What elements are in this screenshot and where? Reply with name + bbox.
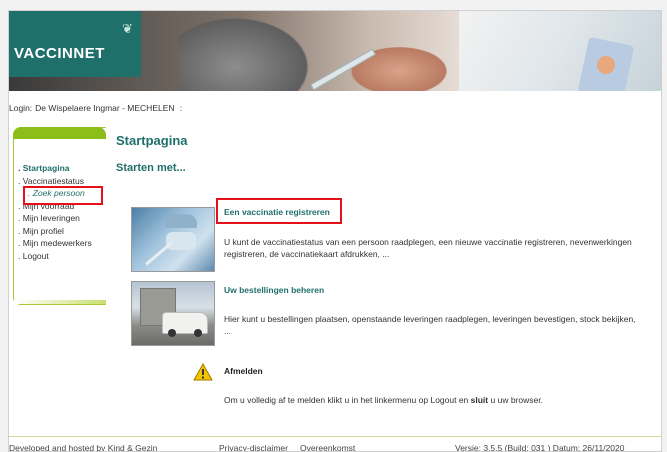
vaccination-photo xyxy=(131,207,215,272)
sidebar-footer-bar xyxy=(14,300,106,304)
footer-privacy-link[interactable]: Privacy-disclaimer xyxy=(219,443,288,451)
login-user: De Wispelaere Ingmar - MECHELEN xyxy=(35,103,175,113)
leaf-icon: ❦ xyxy=(122,21,133,36)
login-suffix: : xyxy=(179,103,183,113)
link-afmelden[interactable]: Afmelden xyxy=(224,366,263,376)
photo-wheel-front xyxy=(168,329,176,337)
footer-divider xyxy=(9,436,661,437)
sidebar-item-mijn-medewerkers[interactable]: . Mijn medewerkers xyxy=(18,237,92,250)
section-description-afmelden: Om u volledig af te melden klikt u in he… xyxy=(224,394,644,406)
sidebar: . Startpagina . Vaccinatiestatus . Zoek … xyxy=(13,127,106,305)
highlight-zoek-persoon xyxy=(23,186,103,205)
delivery-photo xyxy=(131,281,215,346)
photo-wheel-rear xyxy=(194,329,202,337)
sidebar-item-mijn-profiel[interactable]: . Mijn profiel xyxy=(18,225,92,238)
afmelden-text-pre: Om u volledig af te melden klikt u in he… xyxy=(224,395,471,405)
photo-needle xyxy=(145,241,173,266)
warning-icon xyxy=(193,363,213,381)
header-banner: VACCINNET ❦ xyxy=(9,11,661,91)
sidebar-header-bar xyxy=(13,127,106,139)
sidebar-item-startpagina[interactable]: . Startpagina xyxy=(18,162,92,175)
banner-photo-arm xyxy=(339,41,459,91)
footer-agreement-link[interactable]: Overeenkomst xyxy=(300,443,355,451)
app-logo[interactable]: VACCINNET ❦ xyxy=(9,11,141,77)
section-description-bestellingen: Hier kunt u bestellingen plaatsen, opens… xyxy=(224,314,636,336)
afmelden-text-post: u uw browser. xyxy=(488,395,543,405)
sidebar-item-logout[interactable]: . Logout xyxy=(18,250,92,263)
footer-version: Versie: 3.5.5 (Build: 031 ) Datum: 26/11… xyxy=(455,443,625,452)
page-title: Startpagina xyxy=(116,133,188,148)
highlight-vaccinatie-registreren xyxy=(216,198,342,224)
section-description-vaccinatie: U kunt de vaccinatiestatus van een perso… xyxy=(224,237,632,259)
link-bestellingen-beheren[interactable]: Uw bestellingen beheren xyxy=(224,285,324,295)
sidebar-nav: . Startpagina . Vaccinatiestatus . Zoek … xyxy=(18,162,92,262)
banner-photo-person xyxy=(179,11,319,91)
login-info: Login: De Wispelaere Ingmar - MECHELEN : xyxy=(9,103,185,113)
page-frame: VACCINNET ❦ Login: De Wispelaere Ingmar -… xyxy=(8,10,662,452)
app-logo-text: VACCINNET xyxy=(14,45,105,62)
footer-hosted: Developed and hosted by Kind & Gezin xyxy=(9,443,158,452)
banner-photo-badge-face xyxy=(597,56,615,74)
page-subtitle: Starten met... xyxy=(116,162,186,174)
photo-cap xyxy=(165,214,197,228)
afmelden-text-bold: sluit xyxy=(470,395,489,405)
sidebar-item-mijn-leveringen[interactable]: . Mijn leveringen xyxy=(18,212,92,225)
login-label: Login: xyxy=(9,103,33,113)
